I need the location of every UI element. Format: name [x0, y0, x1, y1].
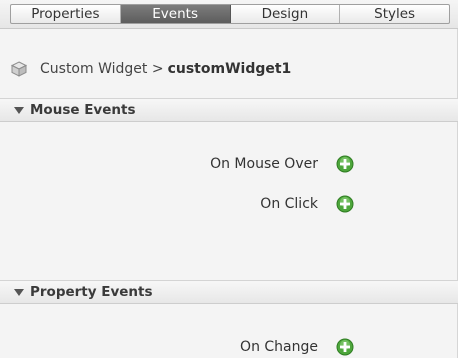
cube-icon	[10, 61, 28, 77]
breadcrumb-parent: Custom Widget >	[40, 61, 164, 77]
section-title: Property Events	[30, 284, 153, 300]
events-panel: Properties Events Design Styles Custom W…	[0, 0, 458, 358]
tab-events[interactable]: Events	[120, 5, 231, 23]
tab-properties[interactable]: Properties	[11, 5, 121, 23]
event-row-on-change: On Change	[0, 336, 458, 358]
add-event-icon[interactable]	[336, 338, 354, 356]
triangle-down-icon	[14, 288, 24, 296]
event-label: On Click	[260, 196, 318, 212]
tab-bar: Properties Events Design Styles	[0, 0, 458, 29]
event-row-on-click: On Click	[0, 193, 458, 215]
tab-design[interactable]: Design	[231, 5, 341, 23]
section-title: Mouse Events	[30, 102, 136, 118]
tab-styles[interactable]: Styles	[340, 5, 449, 23]
breadcrumb: Custom Widget > customWidget1	[10, 59, 291, 79]
tab-group: Properties Events Design Styles	[10, 4, 450, 24]
add-event-icon[interactable]	[336, 195, 354, 213]
event-label: On Change	[240, 339, 318, 355]
event-row-on-mouse-over: On Mouse Over	[0, 153, 458, 175]
add-event-icon[interactable]	[336, 155, 354, 173]
breadcrumb-current: customWidget1	[167, 61, 292, 77]
section-header-mouse-events[interactable]: Mouse Events	[0, 98, 458, 122]
triangle-down-icon	[14, 106, 24, 114]
event-label: On Mouse Over	[210, 156, 318, 172]
section-header-property-events[interactable]: Property Events	[0, 280, 458, 304]
